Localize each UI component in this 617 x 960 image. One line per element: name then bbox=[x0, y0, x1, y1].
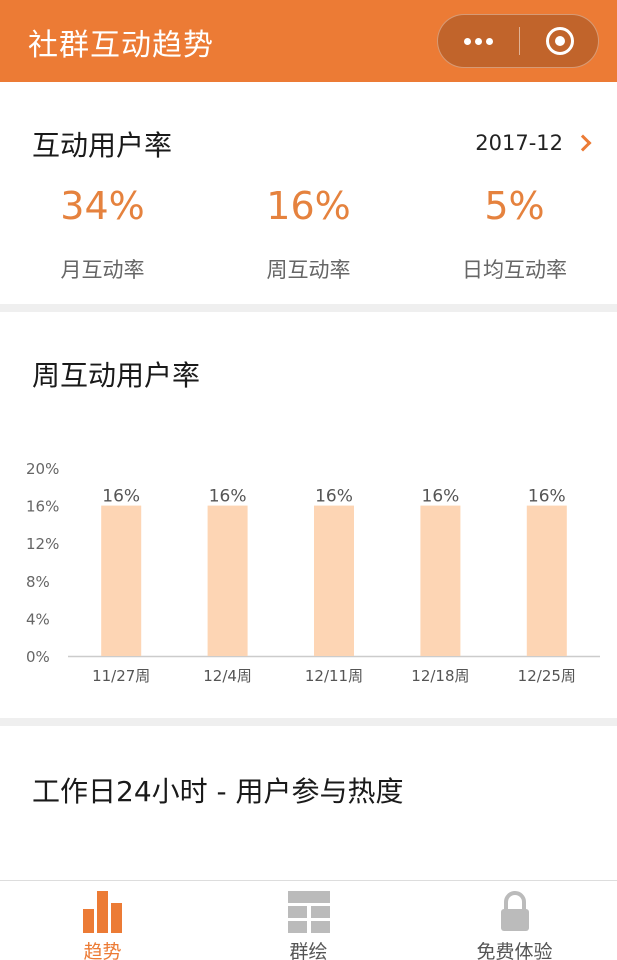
x-tick-label: 11/27周 bbox=[92, 667, 150, 685]
lock-icon bbox=[501, 891, 529, 931]
bar-chart-icon bbox=[83, 891, 122, 933]
bar bbox=[314, 505, 354, 656]
interaction-rate-card: 互动用户率 2017-12 34% 月互动率 16% 周互动率 5% 日均互动率 bbox=[0, 82, 617, 304]
bar bbox=[420, 505, 461, 656]
stat-label: 月互动率 bbox=[60, 258, 145, 282]
stat-label: 周互动率 bbox=[266, 258, 351, 282]
x-tick-label: 12/4周 bbox=[203, 667, 252, 685]
bar bbox=[526, 505, 567, 656]
x-tick-label: 12/25周 bbox=[518, 667, 576, 685]
tab-trends[interactable]: 趋势 bbox=[0, 881, 205, 960]
bar-value-label: 16% bbox=[528, 487, 566, 507]
x-tick-label: 12/11周 bbox=[305, 667, 363, 685]
y-tick-label: 4% bbox=[26, 610, 50, 628]
bar-value-label: 16% bbox=[102, 487, 140, 507]
stat-value: 34% bbox=[60, 184, 145, 228]
more-button[interactable] bbox=[438, 15, 519, 67]
bar bbox=[101, 505, 142, 656]
navigation-bar: 社群互动趋势 bbox=[0, 0, 617, 82]
stat-daily: 5% 日均互动率 bbox=[412, 82, 617, 284]
mini-program-capsule bbox=[437, 14, 599, 68]
heat-card: 工作日24小时 - 用户参与热度 bbox=[0, 726, 617, 880]
x-tick-label: 12/18周 bbox=[411, 667, 469, 685]
close-button[interactable] bbox=[520, 15, 600, 67]
y-tick-label: 12% bbox=[26, 535, 59, 553]
stat-weekly: 16% 周互动率 bbox=[206, 82, 411, 284]
stat-value: 16% bbox=[266, 184, 351, 228]
grid-icon bbox=[288, 891, 330, 933]
stat-monthly: 34% 月互动率 bbox=[0, 82, 205, 284]
bar-value-label: 16% bbox=[315, 487, 353, 507]
weekly-bar-chart: 0% 4% 8% 12% 16% 20% 16% 11/27周 16% 12/4周 16% 12/11… bbox=[26, 460, 600, 685]
tab-portrait[interactable]: 群绘 bbox=[206, 881, 411, 960]
y-tick-label: 16% bbox=[26, 498, 59, 516]
tab-bar: 趋势 群绘 免费体验 bbox=[0, 880, 617, 960]
bar-value-label: 16% bbox=[209, 487, 247, 507]
tab-label: 群绘 bbox=[289, 941, 328, 960]
bar-value-label: 16% bbox=[422, 487, 460, 507]
section-title: 工作日24小时 - 用户参与热度 bbox=[32, 775, 404, 808]
y-tick-label: 8% bbox=[26, 573, 50, 591]
tab-label: 趋势 bbox=[83, 941, 122, 960]
page-title: 社群互动趋势 bbox=[28, 28, 214, 63]
y-tick-label: 0% bbox=[26, 648, 50, 666]
stat-value: 5% bbox=[484, 184, 545, 228]
y-tick-label: 20% bbox=[26, 460, 59, 478]
bar bbox=[207, 505, 248, 656]
stat-label: 日均互动率 bbox=[462, 258, 567, 282]
tab-free-trial[interactable]: 免费体验 bbox=[412, 881, 617, 960]
weekly-chart-card: 周互动用户率 0% 4% 8% 12% 16% 20% 16% 11/27周 16% 12/4周 1… bbox=[0, 312, 617, 718]
tab-label: 免费体验 bbox=[476, 941, 553, 960]
